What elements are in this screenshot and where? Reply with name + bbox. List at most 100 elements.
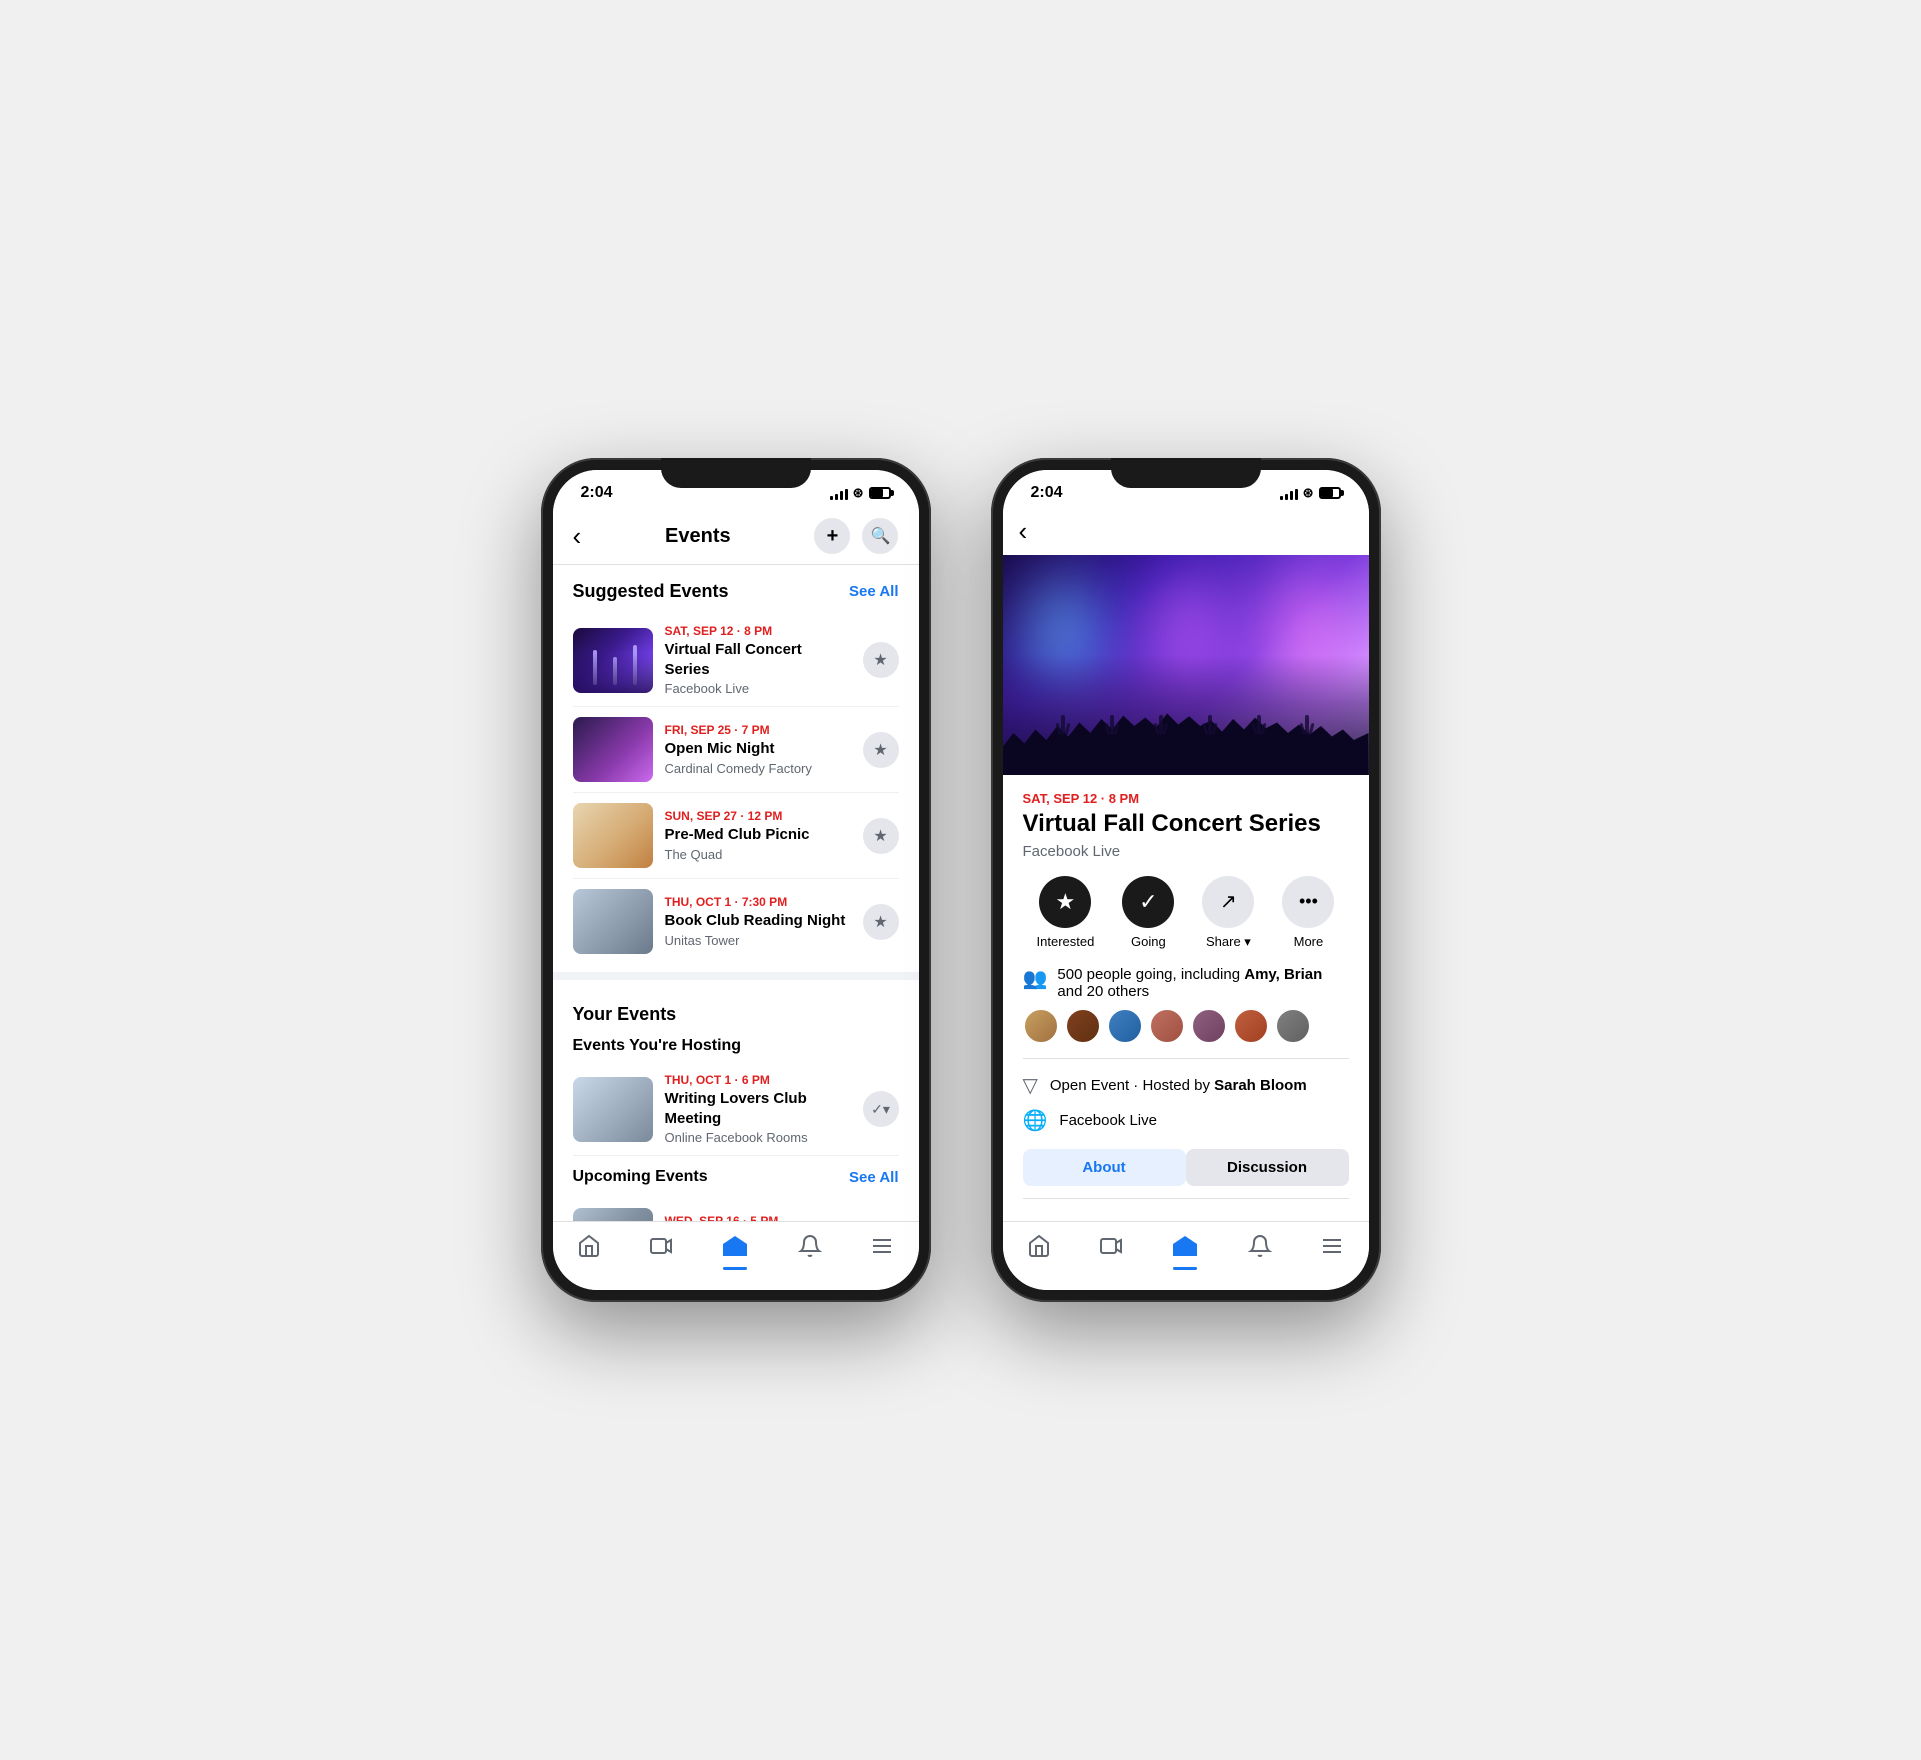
- event-thumb-picnic: [573, 803, 653, 868]
- event-item-unitas[interactable]: WED, SEP 16 · 5 PM Unitas Tower Meet-up …: [573, 1198, 899, 1221]
- avatar-3: [1107, 1008, 1143, 1044]
- nav-home-left[interactable]: [577, 1234, 601, 1258]
- event-item-writing[interactable]: THU, OCT 1 · 6 PM Writing Lovers Club Me…: [573, 1063, 899, 1156]
- tab-about[interactable]: About: [1023, 1149, 1186, 1186]
- hand-4: [1208, 715, 1212, 735]
- nav-actions-left: + 🔍: [814, 518, 898, 554]
- upcoming-see-all[interactable]: See All: [849, 1169, 898, 1186]
- star-button-bookclub[interactable]: ★: [863, 904, 899, 940]
- nav-notifications-left[interactable]: [798, 1234, 822, 1258]
- stream-row: 🌐 Facebook Live: [1023, 1108, 1349, 1133]
- tab-divider: [1023, 1198, 1349, 1199]
- avatar-6: [1233, 1008, 1269, 1044]
- event-name-writing: Writing Lovers Club Meeting: [665, 1089, 851, 1128]
- divider-1: [553, 972, 919, 980]
- more-button[interactable]: ••• More: [1282, 876, 1334, 950]
- nav-video-right[interactable]: [1099, 1234, 1123, 1258]
- status-time-right: 2:04: [1031, 484, 1063, 502]
- going-button-writing[interactable]: ✓▾: [863, 1091, 899, 1127]
- avatar-2: [1065, 1008, 1101, 1044]
- wifi-icon-left: ⊛: [853, 485, 864, 501]
- share-icon-circle: ↗: [1202, 876, 1254, 928]
- event-info-unitas: WED, SEP 16 · 5 PM Unitas Tower Meet-up …: [665, 1214, 851, 1221]
- status-time-left: 2:04: [581, 484, 613, 502]
- signal-bar-r4: [1295, 489, 1298, 500]
- event-detail-date: SAT, SEP 12 · 8 PM: [1023, 791, 1349, 806]
- stream-text: Facebook Live: [1059, 1112, 1157, 1129]
- avatar-1: [1023, 1008, 1059, 1044]
- battery-icon-left: [869, 487, 891, 499]
- nav-video-left[interactable]: [649, 1234, 673, 1258]
- share-button[interactable]: ↗ Share ▾: [1202, 876, 1254, 950]
- nav-notifications-right[interactable]: [1248, 1234, 1272, 1258]
- event-info-concert: SAT, SEP 12 · 8 PM Virtual Fall Concert …: [665, 624, 851, 696]
- event-item-concert[interactable]: SAT, SEP 12 · 8 PM Virtual Fall Concert …: [573, 614, 899, 707]
- back-button-left[interactable]: ‹: [573, 521, 582, 552]
- your-events-header: Your Events: [573, 1004, 899, 1025]
- going-button[interactable]: ✓ Going: [1122, 876, 1174, 950]
- going-icon-circle: ✓: [1122, 876, 1174, 928]
- hand-1: [1061, 715, 1065, 735]
- event-name-concert: Virtual Fall Concert Series: [665, 640, 851, 679]
- interested-button[interactable]: ★ Interested: [1037, 876, 1095, 950]
- nav-bar-left: ‹ Events + 🔍: [553, 508, 919, 565]
- event-location-concert: Facebook Live: [665, 681, 851, 696]
- event-date-concert: SAT, SEP 12 · 8 PM: [665, 624, 851, 638]
- star-button-concert[interactable]: ★: [863, 642, 899, 678]
- share-label: Share ▾: [1206, 934, 1251, 950]
- suggested-see-all[interactable]: See All: [849, 583, 898, 600]
- hand-5: [1257, 715, 1261, 735]
- event-info-mic: FRI, SEP 25 · 7 PM Open Mic Night Cardin…: [665, 723, 851, 776]
- suggested-title: Suggested Events: [573, 581, 729, 602]
- bottom-nav-left: [553, 1221, 919, 1290]
- event-thumb-bookclub: [573, 889, 653, 954]
- avatar-7: [1275, 1008, 1311, 1044]
- event-name-mic: Open Mic Night: [665, 739, 851, 759]
- event-info-picnic: SUN, SEP 27 · 12 PM Pre-Med Club Picnic …: [665, 809, 851, 862]
- back-button-right[interactable]: ‹: [1019, 516, 1028, 546]
- search-icon-left: 🔍: [871, 526, 891, 546]
- search-button-left[interactable]: 🔍: [862, 518, 898, 554]
- event-info-bookclub: THU, OCT 1 · 7:30 PM Book Club Reading N…: [665, 895, 851, 948]
- battery-icon-right: [1319, 487, 1341, 499]
- nav-events-left[interactable]: [721, 1232, 749, 1260]
- event-type-row: ▽ Open Event · Hosted by Sarah Bloom: [1023, 1073, 1349, 1098]
- signal-bar-r2: [1285, 494, 1288, 500]
- event-location-bookclub: Unitas Tower: [665, 933, 851, 948]
- nav-menu-right[interactable]: [1320, 1234, 1344, 1258]
- suggested-events-section: Suggested Events See All SAT, SEP 12 · 8…: [553, 565, 919, 964]
- avatar-row: [1023, 1008, 1349, 1044]
- event-item-bookclub[interactable]: THU, OCT 1 · 7:30 PM Book Club Reading N…: [573, 879, 899, 964]
- signal-bar-2: [835, 494, 838, 500]
- signal-bar-r1: [1280, 496, 1283, 500]
- suggested-header: Suggested Events See All: [573, 581, 899, 602]
- status-icons-right: ⊛: [1280, 485, 1341, 501]
- event-name-bookclub: Book Club Reading Night: [665, 911, 851, 931]
- event-action-buttons: ★ Interested ✓ Going ↗ Shar: [1023, 876, 1349, 950]
- nav-menu-left[interactable]: [870, 1234, 894, 1258]
- event-detail-location: Facebook Live: [1023, 843, 1349, 860]
- event-type-text: Open Event · Hosted by Sarah Bloom: [1050, 1077, 1307, 1094]
- signal-bar-3: [840, 491, 843, 500]
- star-button-picnic[interactable]: ★: [863, 818, 899, 854]
- share-icon: ↗: [1220, 889, 1237, 914]
- add-event-button[interactable]: +: [814, 518, 850, 554]
- tab-discussion[interactable]: Discussion: [1186, 1149, 1349, 1186]
- nav-events-right[interactable]: [1171, 1232, 1199, 1260]
- upcoming-title: Upcoming Events: [573, 1168, 708, 1186]
- more-label: More: [1294, 934, 1324, 949]
- event-date-picnic: SUN, SEP 27 · 12 PM: [665, 809, 851, 823]
- event-date-unitas: WED, SEP 16 · 5 PM: [665, 1214, 851, 1221]
- notch-right: [1111, 458, 1261, 488]
- interested-label: Interested: [1037, 934, 1095, 949]
- event-name-picnic: Pre-Med Club Picnic: [665, 825, 851, 845]
- nav-home-right[interactable]: [1027, 1234, 1051, 1258]
- scroll-content-left: Suggested Events See All SAT, SEP 12 · 8…: [553, 565, 919, 1221]
- star-icon: ★: [1056, 889, 1076, 915]
- event-item-picnic[interactable]: SUN, SEP 27 · 12 PM Pre-Med Club Picnic …: [573, 793, 899, 879]
- page-title-left: Events: [665, 525, 731, 548]
- event-date-mic: FRI, SEP 25 · 7 PM: [665, 723, 851, 737]
- event-item-mic[interactable]: FRI, SEP 25 · 7 PM Open Mic Night Cardin…: [573, 707, 899, 793]
- event-thumb-unitas: [573, 1208, 653, 1221]
- star-button-mic[interactable]: ★: [863, 732, 899, 768]
